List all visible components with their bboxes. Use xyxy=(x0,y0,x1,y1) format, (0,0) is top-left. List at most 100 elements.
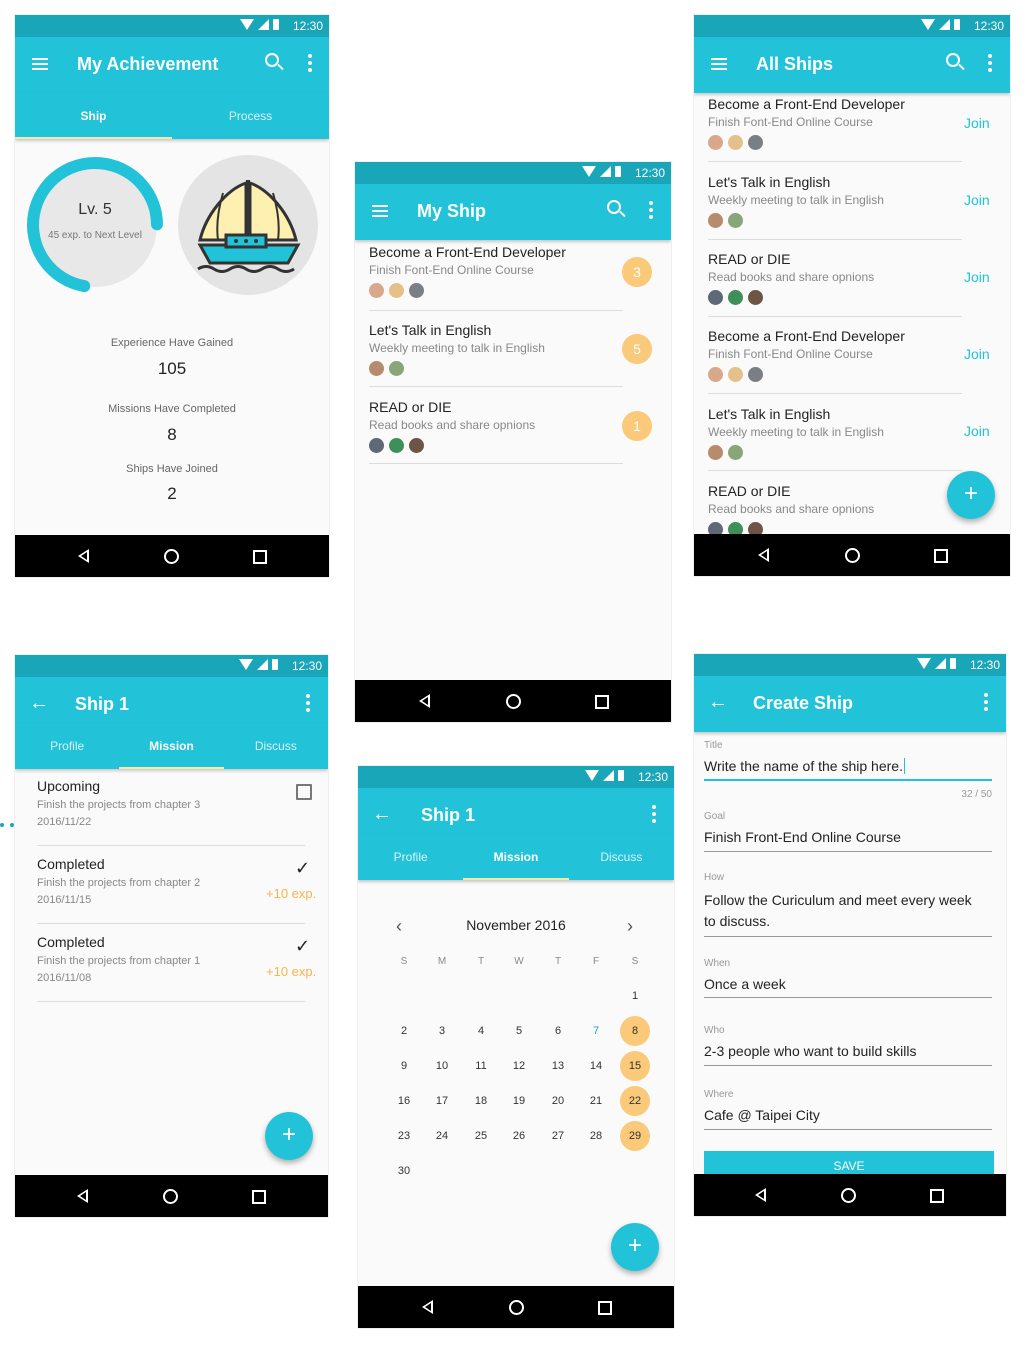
calendar-day[interactable]: 19 xyxy=(504,1086,534,1116)
add-mission-button[interactable]: + xyxy=(611,1223,659,1271)
title-input[interactable]: Write the name of the ship here. xyxy=(704,758,905,774)
how-input[interactable]: Follow the Curiculum and meet every week… xyxy=(704,890,984,932)
calendar-day[interactable]: 1 xyxy=(620,981,650,1011)
mission-item[interactable]: Upcoming Finish the projects from chapte… xyxy=(37,778,200,828)
calendar-day[interactable]: 26 xyxy=(504,1121,534,1151)
nav-home-icon[interactable] xyxy=(506,694,521,709)
where-input[interactable]: Cafe @ Taipei City xyxy=(704,1107,820,1123)
when-input[interactable]: Once a week xyxy=(704,976,786,992)
next-month-icon[interactable]: › xyxy=(627,916,633,937)
calendar-day[interactable]: 9 xyxy=(389,1051,419,1081)
nav-back-icon[interactable] xyxy=(422,1300,433,1314)
nav-recent-icon[interactable] xyxy=(253,550,267,564)
more-options-icon[interactable] xyxy=(984,693,988,711)
tab-process[interactable]: Process xyxy=(172,93,329,139)
list-item[interactable]: READ or DIE Read books and share opnions xyxy=(369,399,535,453)
nav-home-icon[interactable] xyxy=(163,1189,178,1204)
list-item[interactable]: Let's Talk in English Weekly meeting to … xyxy=(708,406,884,460)
tab-mission[interactable]: Mission xyxy=(119,723,224,769)
calendar-day[interactable]: 21 xyxy=(581,1086,611,1116)
join-button[interactable]: Join xyxy=(964,115,990,131)
calendar-day[interactable]: 24 xyxy=(427,1121,457,1151)
calendar-day[interactable]: 6 xyxy=(543,1016,573,1046)
more-options-icon[interactable] xyxy=(649,201,653,219)
nav-back-icon[interactable] xyxy=(755,1188,766,1202)
calendar-day[interactable]: 29 xyxy=(620,1121,650,1151)
nav-back-icon[interactable] xyxy=(758,548,769,562)
mission-checkbox[interactable] xyxy=(296,784,312,800)
calendar-day[interactable]: 12 xyxy=(504,1051,534,1081)
list-item[interactable]: Let's Talk in English Weekly meeting to … xyxy=(369,322,545,376)
calendar-day[interactable]: 23 xyxy=(389,1121,419,1151)
nav-home-icon[interactable] xyxy=(841,1188,856,1203)
list-item[interactable]: Become a Front-End Developer Finish Font… xyxy=(708,328,905,382)
calendar-day[interactable]: 11 xyxy=(466,1051,496,1081)
calendar-day[interactable]: 17 xyxy=(427,1086,457,1116)
join-button[interactable]: Join xyxy=(964,423,990,439)
calendar-day[interactable]: 20 xyxy=(543,1086,573,1116)
calendar-day[interactable]: 15 xyxy=(620,1051,650,1081)
tab-discuss[interactable]: Discuss xyxy=(224,723,328,769)
search-icon[interactable] xyxy=(607,200,621,214)
list-item[interactable]: Become a Front-End Developer Finish Font… xyxy=(369,244,566,298)
join-button[interactable]: Join xyxy=(964,269,990,285)
calendar-day[interactable]: 27 xyxy=(543,1121,573,1151)
nav-back-icon[interactable] xyxy=(419,694,430,708)
search-icon[interactable] xyxy=(946,53,960,67)
nav-recent-icon[interactable] xyxy=(598,1301,612,1315)
who-input[interactable]: 2-3 people who want to build skills xyxy=(704,1043,916,1059)
nav-home-icon[interactable] xyxy=(509,1300,524,1315)
calendar-day[interactable]: 28 xyxy=(581,1121,611,1151)
calendar-day[interactable]: 3 xyxy=(427,1016,457,1046)
mission-item[interactable]: Completed Finish the projects from chapt… xyxy=(37,856,200,906)
nav-back-icon[interactable] xyxy=(78,549,89,563)
nav-home-icon[interactable] xyxy=(845,548,860,563)
add-mission-button[interactable]: + xyxy=(265,1112,313,1160)
back-arrow-icon[interactable]: ← xyxy=(29,692,49,715)
goal-input[interactable]: Finish Front-End Online Course xyxy=(704,829,901,845)
mission-status: Completed xyxy=(37,934,105,950)
back-arrow-icon[interactable]: ← xyxy=(372,803,392,826)
list-item[interactable]: Become a Front-End Developer Finish Font… xyxy=(708,96,905,150)
menu-icon[interactable] xyxy=(32,58,48,70)
calendar-day[interactable]: 10 xyxy=(427,1051,457,1081)
calendar-day[interactable]: 8 xyxy=(620,1016,650,1046)
menu-icon[interactable] xyxy=(372,205,388,217)
back-arrow-icon[interactable]: ← xyxy=(708,691,728,714)
tab-discuss[interactable]: Discuss xyxy=(569,834,674,880)
join-button[interactable]: Join xyxy=(964,192,990,208)
tab-profile[interactable]: Profile xyxy=(15,723,119,769)
nav-back-icon[interactable] xyxy=(77,1189,88,1203)
menu-icon[interactable] xyxy=(711,58,727,70)
calendar-day[interactable]: 16 xyxy=(389,1086,419,1116)
tab-profile[interactable]: Profile xyxy=(358,834,463,880)
more-options-icon[interactable] xyxy=(306,694,310,712)
calendar-day[interactable]: 18 xyxy=(466,1086,496,1116)
list-item[interactable]: READ or DIE Read books and share opnions xyxy=(708,251,874,305)
add-ship-button[interactable]: + xyxy=(947,471,995,519)
search-icon[interactable] xyxy=(265,53,279,67)
calendar-day[interactable]: 13 xyxy=(543,1051,573,1081)
more-options-icon[interactable] xyxy=(652,805,656,823)
nav-recent-icon[interactable] xyxy=(252,1190,266,1204)
calendar-day[interactable]: 30 xyxy=(389,1156,419,1186)
calendar-day[interactable]: 2 xyxy=(389,1016,419,1046)
calendar-day[interactable]: 22 xyxy=(620,1086,650,1116)
list-item[interactable]: READ or DIE Read books and share opnions xyxy=(708,483,874,537)
join-button[interactable]: Join xyxy=(964,346,990,362)
nav-recent-icon[interactable] xyxy=(934,549,948,563)
calendar-day[interactable]: 25 xyxy=(466,1121,496,1151)
calendar-day[interactable]: 4 xyxy=(466,1016,496,1046)
calendar-day[interactable]: 14 xyxy=(581,1051,611,1081)
nav-recent-icon[interactable] xyxy=(595,695,609,709)
mission-item[interactable]: Completed Finish the projects from chapt… xyxy=(37,934,200,984)
list-item[interactable]: Let's Talk in English Weekly meeting to … xyxy=(708,174,884,228)
more-options-icon[interactable] xyxy=(308,54,312,72)
calendar-day[interactable]: 7 xyxy=(581,1016,611,1046)
nav-home-icon[interactable] xyxy=(164,549,179,564)
tab-ship[interactable]: Ship xyxy=(15,93,172,139)
nav-recent-icon[interactable] xyxy=(930,1189,944,1203)
tab-mission[interactable]: Mission xyxy=(463,834,569,880)
calendar-day[interactable]: 5 xyxy=(504,1016,534,1046)
more-options-icon[interactable] xyxy=(988,54,992,72)
